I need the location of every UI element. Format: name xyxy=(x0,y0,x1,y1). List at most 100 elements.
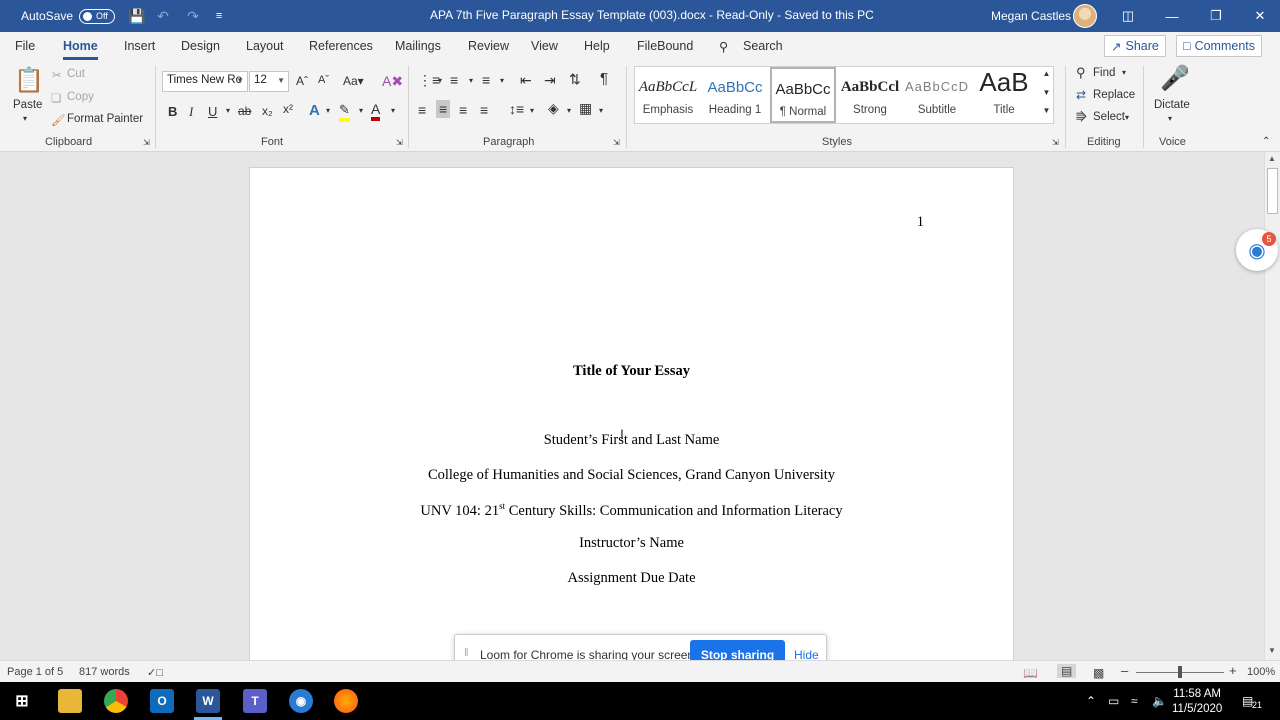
clipboard-launcher-icon[interactable]: ⇲ xyxy=(143,138,150,147)
bold-button[interactable]: B xyxy=(168,104,177,119)
style-emphasis[interactable]: AaBbCcL Emphasis xyxy=(635,67,701,123)
collapse-ribbon-icon[interactable]: ⌃ xyxy=(1262,136,1270,147)
save-icon[interactable]: 💾 xyxy=(126,5,148,27)
comments-button[interactable]: □ Comments xyxy=(1176,35,1262,57)
word-count[interactable]: 817 words xyxy=(79,666,130,678)
battery-icon[interactable]: ▭ xyxy=(1108,694,1119,708)
align-left-icon[interactable]: ≡ xyxy=(418,102,426,118)
college-line[interactable]: College of Humanities and Social Science… xyxy=(250,467,1013,484)
scroll-thumb[interactable] xyxy=(1267,168,1278,214)
avatar[interactable] xyxy=(1073,4,1097,28)
styles-launcher-icon[interactable]: ⇲ xyxy=(1052,138,1059,147)
italic-button[interactable]: I xyxy=(189,104,193,120)
chevron-down-icon[interactable]: ▾ xyxy=(359,106,363,115)
find-button[interactable]: Find xyxy=(1093,67,1115,79)
proofing-icon[interactable]: ✓□ xyxy=(147,666,163,679)
zoom-out-icon[interactable]: – xyxy=(1121,663,1128,678)
user-name[interactable]: Megan Castles xyxy=(991,9,1071,23)
superscript-icon[interactable]: x² xyxy=(283,102,293,116)
styles-scroll-up-icon[interactable]: ▲ xyxy=(1040,69,1053,78)
style-title[interactable]: AaB Title xyxy=(971,67,1037,123)
style-heading-1[interactable]: AaBbCc Heading 1 xyxy=(702,67,768,123)
cut-icon[interactable]: ✂ xyxy=(52,68,62,82)
print-layout-icon[interactable]: ▤ xyxy=(1057,664,1077,678)
close-icon[interactable]: ✕ xyxy=(1238,0,1280,32)
chrome-icon[interactable] xyxy=(104,689,128,713)
sort-icon[interactable]: ⇅ xyxy=(569,71,581,88)
chevron-down-icon[interactable]: ▾ xyxy=(599,106,603,115)
tab-review[interactable]: Review xyxy=(468,39,509,53)
search-box[interactable]: Search xyxy=(743,39,783,53)
scroll-down-icon[interactable]: ▼ xyxy=(1268,646,1276,655)
chevron-down-icon[interactable]: ▾ xyxy=(1125,113,1129,122)
tab-insert[interactable]: Insert xyxy=(124,39,155,53)
chevron-down-icon[interactable]: ▾ xyxy=(469,76,473,85)
font-launcher-icon[interactable]: ⇲ xyxy=(396,138,403,147)
document-page[interactable]: 1 Title of Your Essay Student’s First an… xyxy=(249,167,1014,660)
file-explorer-icon[interactable] xyxy=(58,689,82,713)
paragraph-launcher-icon[interactable]: ⇲ xyxy=(613,138,620,147)
outlook-icon[interactable]: O xyxy=(150,689,174,713)
style-strong[interactable]: AaBbCcl Strong xyxy=(837,67,903,123)
format-painter-button[interactable]: Format Painter xyxy=(67,113,143,125)
copy-button[interactable]: Copy xyxy=(67,91,94,103)
read-mode-icon[interactable]: 📖 xyxy=(1023,666,1038,680)
chevron-down-icon[interactable]: ▾ xyxy=(1122,68,1126,77)
essay-title[interactable]: Title of Your Essay xyxy=(250,363,1013,380)
paste-button[interactable]: Paste xyxy=(13,99,42,111)
shrink-font-icon[interactable]: Aˇ xyxy=(318,74,329,86)
chevron-down-icon[interactable]: ▾ xyxy=(567,106,571,115)
grow-font-icon[interactable]: Aˆ xyxy=(296,74,308,88)
due-date[interactable]: Assignment Due Date xyxy=(250,570,1013,587)
system-clock[interactable]: 11:58 AM 11/5/2020 xyxy=(1172,687,1222,717)
zoom-slider-thumb[interactable] xyxy=(1178,666,1182,678)
select-icon[interactable]: ⭆ xyxy=(1076,110,1087,125)
style-subtitle[interactable]: AaBbCcD Subtitle xyxy=(904,67,970,123)
font-color-icon[interactable]: A xyxy=(371,101,381,121)
page-count[interactable]: Page 1 of 5 xyxy=(7,666,63,678)
loom-icon[interactable]: ◉ xyxy=(289,689,313,713)
style-normal[interactable]: AaBbCc ¶ Normal xyxy=(770,67,836,123)
paste-dropdown-icon[interactable]: ▾ xyxy=(23,114,27,123)
scroll-up-icon[interactable]: ▲ xyxy=(1268,154,1276,163)
replace-icon[interactable]: ⇄ xyxy=(1076,88,1086,102)
tab-layout[interactable]: Layout xyxy=(246,39,284,53)
increase-indent-icon[interactable]: ⇥ xyxy=(544,72,556,89)
tab-design[interactable]: Design xyxy=(181,39,220,53)
undo-icon[interactable]: ↶ xyxy=(152,5,174,27)
shading-icon[interactable]: ◈ xyxy=(548,100,559,117)
tab-file[interactable]: File xyxy=(15,39,35,53)
styles-scroll-down-icon[interactable]: ▼ xyxy=(1040,88,1053,97)
find-icon[interactable]: ⚲ xyxy=(1076,65,1086,81)
ribbon-display-options-icon[interactable]: ◫ xyxy=(1106,0,1150,32)
select-button[interactable]: Select xyxy=(1093,111,1125,123)
chevron-down-icon[interactable]: ▾ xyxy=(391,106,395,115)
chevron-down-icon[interactable]: ▾ xyxy=(530,106,534,115)
format-painter-icon[interactable]: 🖌 xyxy=(51,113,66,127)
share-button[interactable]: ↗ Share xyxy=(1104,35,1166,57)
document-canvas[interactable]: 1 Title of Your Essay Student’s First an… xyxy=(0,152,1264,660)
strikethrough-icon[interactable]: ab xyxy=(238,104,251,118)
change-case-icon[interactable]: Aa▾ xyxy=(343,74,364,88)
tab-view[interactable]: View xyxy=(531,39,558,53)
tab-mailings[interactable]: Mailings xyxy=(395,39,441,53)
firefox-icon[interactable] xyxy=(334,689,358,713)
underline-dropdown-icon[interactable]: ▾ xyxy=(226,106,230,115)
highlight-icon[interactable]: ✎ xyxy=(339,102,350,122)
chevron-down-icon[interactable]: ▾ xyxy=(1168,114,1172,123)
tab-references[interactable]: References xyxy=(309,39,373,53)
justify-icon[interactable]: ≡ xyxy=(480,102,488,118)
chevron-down-icon[interactable]: ▾ xyxy=(438,76,442,85)
minimize-icon[interactable]: — xyxy=(1150,0,1194,32)
borders-icon[interactable]: ▦ xyxy=(579,100,592,117)
show-formatting-icon[interactable]: ¶ xyxy=(600,70,608,87)
drag-handle-icon[interactable]: ‖ xyxy=(464,647,469,659)
chevron-down-icon[interactable]: ▾ xyxy=(326,106,330,115)
multilevel-list-icon[interactable]: ≡ xyxy=(482,72,490,88)
tab-home[interactable]: Home xyxy=(63,39,98,60)
cut-button[interactable]: Cut xyxy=(67,68,85,80)
word-icon[interactable]: W xyxy=(196,689,220,713)
tab-help[interactable]: Help xyxy=(584,39,610,53)
autosave-toggle[interactable]: Off xyxy=(79,8,116,24)
show-hidden-icons-icon[interactable]: ⌃ xyxy=(1086,694,1096,708)
